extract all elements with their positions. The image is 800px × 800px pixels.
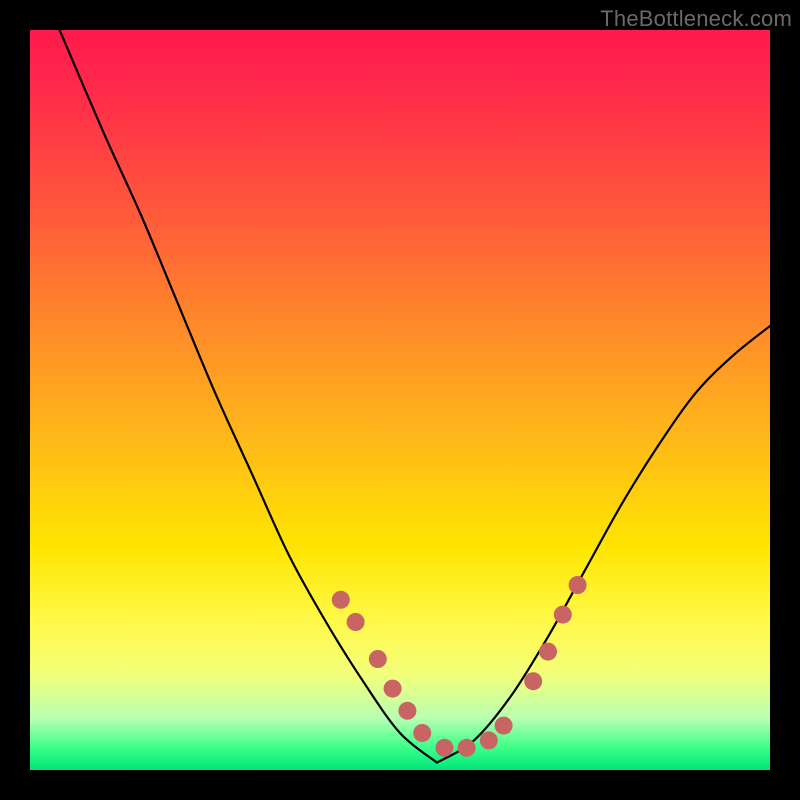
data-marker bbox=[384, 680, 402, 698]
data-marker bbox=[458, 739, 476, 757]
data-marker bbox=[435, 739, 453, 757]
data-marker bbox=[398, 702, 416, 720]
data-marker bbox=[554, 606, 572, 624]
data-marker bbox=[480, 731, 498, 749]
data-marker bbox=[369, 650, 387, 668]
data-marker bbox=[524, 672, 542, 690]
data-marker bbox=[332, 591, 350, 609]
plot-area bbox=[30, 30, 770, 770]
data-marker bbox=[569, 576, 587, 594]
data-marker bbox=[413, 724, 431, 742]
data-marker bbox=[495, 717, 513, 735]
data-marker bbox=[539, 643, 557, 661]
chart-svg bbox=[30, 30, 770, 770]
chart-frame: TheBottleneck.com bbox=[0, 0, 800, 800]
data-marker bbox=[347, 613, 365, 631]
watermark-label: TheBottleneck.com bbox=[600, 6, 792, 32]
series-right-curve bbox=[437, 326, 770, 763]
